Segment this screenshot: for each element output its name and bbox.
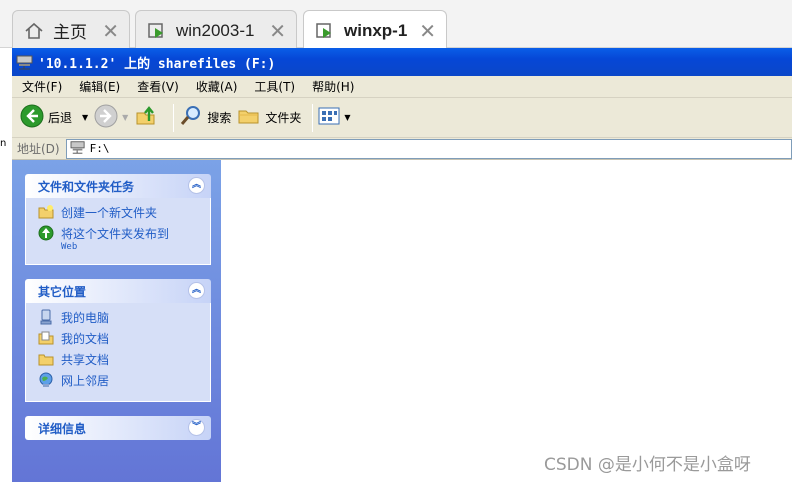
address-input[interactable]: F:\ — [65, 138, 792, 159]
up-folder-button[interactable] — [134, 104, 162, 131]
home-icon — [23, 20, 45, 42]
views-icon — [318, 107, 340, 128]
menu-edit[interactable]: 编辑(E) — [69, 78, 127, 95]
menu-file[interactable]: 文件(F) — [12, 78, 69, 95]
content-area: 文件和文件夹任务 ︽ 创建一个新文件夹 将这个文件夹发布到 Web 其它位置 ︽… — [12, 160, 792, 482]
new-folder-link[interactable]: 创建一个新文件夹 — [38, 204, 210, 221]
menu-view[interactable]: 查看(V) — [127, 78, 186, 95]
watermark: CSDN @是小何不是小盒呀 — [544, 455, 751, 475]
up-folder-icon — [134, 104, 158, 131]
expand-icon[interactable]: ︾ — [188, 419, 205, 436]
address-value: F:\ — [89, 142, 110, 155]
explorer-window: '10.1.1.2' 上的 sharefiles (F:) 文件(F) 编辑(E… — [12, 48, 792, 482]
folder-icon — [237, 104, 261, 131]
chevron-down-icon[interactable]: ▼ — [82, 113, 88, 122]
back-arrow-icon — [20, 104, 44, 131]
details-header[interactable]: 详细信息 ︾ — [25, 416, 211, 440]
other-places-body: 我的电脑 我的文档 共享文档 网上邻居 — [25, 303, 211, 402]
publish-web-icon — [38, 225, 54, 241]
close-icon[interactable]: ✕ — [102, 19, 119, 44]
search-icon — [179, 104, 203, 131]
my-computer-label: 我的电脑 — [61, 311, 110, 325]
vm-icon — [314, 20, 336, 42]
publish-web-suffix: Web — [61, 242, 78, 252]
address-bar: 地址(D) F:\ — [12, 138, 792, 160]
menu-favorites[interactable]: 收藏(A) — [186, 78, 245, 95]
folders-label: 文件夹 — [265, 111, 302, 125]
tab-label: win2003-1 — [176, 20, 255, 40]
close-icon[interactable]: ✕ — [419, 19, 436, 44]
menu-help[interactable]: 帮助(H) — [302, 78, 361, 95]
new-folder-label: 创建一个新文件夹 — [61, 206, 158, 220]
my-computer-icon — [38, 309, 54, 325]
vm-tab-strip: 主页 ✕ win2003-1 ✕ winxp-1 ✕ — [0, 0, 792, 50]
file-tasks-panel: 文件和文件夹任务 ︽ 创建一个新文件夹 将这个文件夹发布到 Web — [25, 174, 211, 265]
tab-win2003-1[interactable]: win2003-1 ✕ — [135, 10, 297, 50]
shared-documents-link[interactable]: 共享文档 — [38, 351, 210, 368]
folders-button[interactable]: 文件夹 — [237, 104, 301, 131]
toolbar-separator — [312, 103, 314, 132]
close-icon[interactable]: ✕ — [269, 19, 286, 44]
task-pane: 文件和文件夹任务 ︽ 创建一个新文件夹 将这个文件夹发布到 Web 其它位置 ︽… — [12, 160, 221, 482]
window-title: '10.1.1.2' 上的 sharefiles (F:) — [38, 56, 276, 72]
search-label: 搜索 — [207, 111, 232, 125]
new-folder-icon — [38, 204, 54, 220]
network-places-icon — [38, 372, 54, 388]
file-tasks-body: 创建一个新文件夹 将这个文件夹发布到 Web — [25, 198, 211, 265]
my-documents-label: 我的文档 — [61, 332, 110, 346]
tab-home[interactable]: 主页 ✕ — [12, 10, 130, 50]
chevron-down-icon[interactable]: ▼ — [344, 113, 350, 122]
publish-web-label: 将这个文件夹发布到 — [61, 227, 170, 241]
network-drive-icon — [70, 140, 86, 157]
file-tasks-header[interactable]: 文件和文件夹任务 ︽ — [25, 174, 211, 198]
offscreen-fragment: n — [0, 138, 7, 149]
network-places-label: 网上邻居 — [61, 374, 110, 388]
vm-icon — [146, 20, 168, 42]
other-places-header[interactable]: 其它位置 ︽ — [25, 279, 211, 303]
publish-web-link[interactable]: 将这个文件夹发布到 Web — [38, 225, 210, 252]
toolbar: 后退 ▼ ▼ 搜索 文件夹 ▼ — [12, 98, 792, 138]
file-list-area[interactable] — [221, 160, 792, 482]
other-places-title: 其它位置 — [38, 284, 87, 299]
my-documents-icon — [38, 330, 54, 346]
forward-arrow-icon — [94, 104, 118, 131]
chevron-down-icon: ▼ — [122, 113, 129, 122]
collapse-icon[interactable]: ︽ — [188, 282, 205, 299]
search-button[interactable]: 搜索 — [179, 104, 231, 131]
title-bar: '10.1.1.2' 上的 sharefiles (F:) — [12, 48, 792, 76]
details-title: 详细信息 — [38, 421, 87, 436]
shared-documents-icon — [38, 351, 54, 367]
other-places-panel: 其它位置 ︽ 我的电脑 我的文档 共享文档 网上邻居 — [25, 279, 211, 402]
network-drive-icon — [16, 54, 34, 70]
network-places-link[interactable]: 网上邻居 — [38, 372, 210, 389]
back-button[interactable]: 后退 ▼ — [20, 104, 88, 131]
tab-winxp-1[interactable]: winxp-1 ✕ — [303, 10, 447, 50]
forward-button[interactable]: ▼ — [94, 104, 128, 131]
file-tasks-title: 文件和文件夹任务 — [38, 179, 135, 194]
my-computer-link[interactable]: 我的电脑 — [38, 309, 210, 326]
tab-label: winxp-1 — [344, 20, 408, 40]
details-panel: 详细信息 ︾ — [25, 416, 211, 440]
address-label: 地址(D) — [17, 142, 60, 156]
my-documents-link[interactable]: 我的文档 — [38, 330, 210, 347]
toolbar-separator — [173, 103, 175, 132]
menu-bar: 文件(F) 编辑(E) 查看(V) 收藏(A) 工具(T) 帮助(H) — [12, 76, 792, 98]
back-label: 后退 — [48, 111, 73, 125]
views-button[interactable]: ▼ — [318, 107, 351, 128]
collapse-icon[interactable]: ︽ — [188, 177, 205, 194]
tab-label: 主页 — [53, 23, 87, 42]
menu-tools[interactable]: 工具(T) — [244, 78, 302, 95]
shared-documents-label: 共享文档 — [61, 353, 110, 367]
